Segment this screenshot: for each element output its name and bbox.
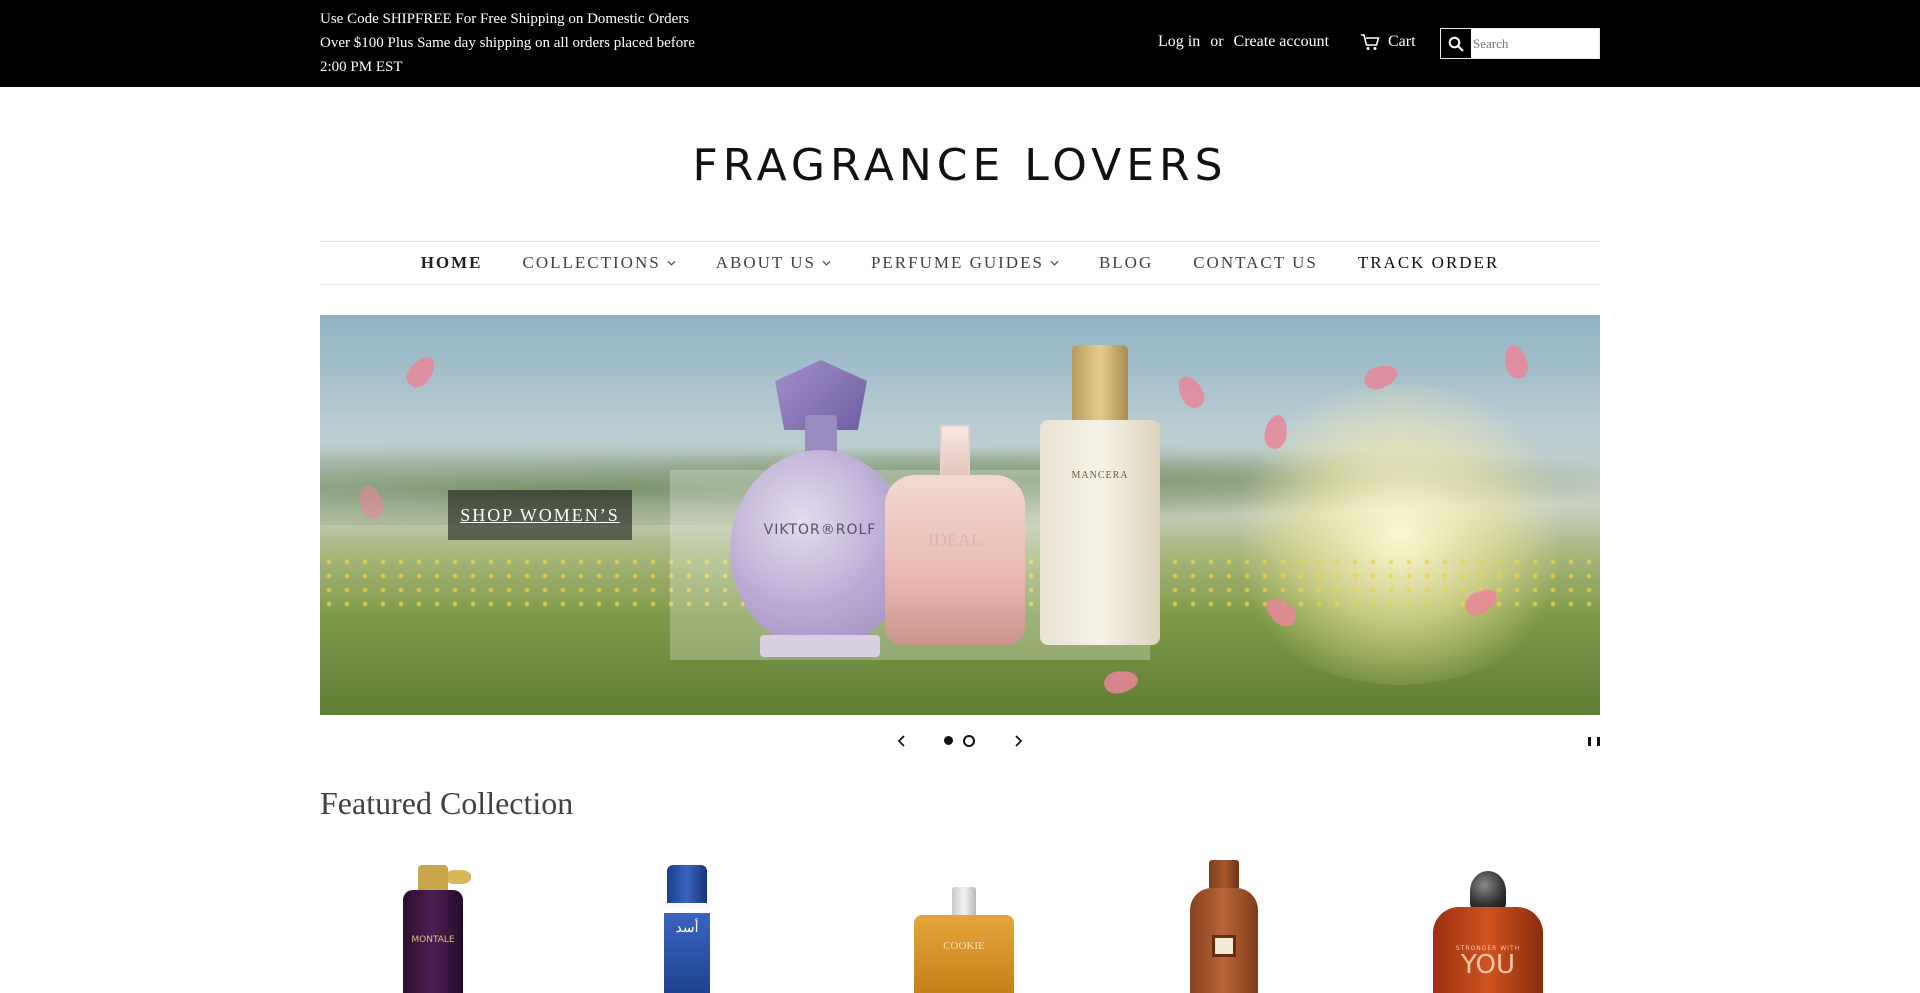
product-image-label: YOU	[1461, 950, 1515, 980]
chevron-down-icon	[822, 260, 831, 266]
slide-next-button[interactable]	[1008, 731, 1028, 751]
nav-item-collections[interactable]: COLLECTIONS	[523, 253, 676, 273]
pause-icon	[1588, 737, 1591, 746]
bottle-label: MANCERA	[1071, 470, 1129, 481]
search-input[interactable]	[1471, 30, 1595, 57]
nav-item-blog[interactable]: BLOG	[1099, 253, 1153, 273]
cart-icon	[1361, 34, 1380, 50]
shop-womens-button[interactable]: SHOP WOMEN’S	[460, 505, 620, 526]
create-account-link[interactable]: Create account	[1234, 33, 1330, 51]
petal	[1500, 342, 1532, 382]
petal	[401, 351, 441, 393]
product-image	[1470, 871, 1506, 911]
product-card[interactable]: COOKIE	[864, 855, 1064, 993]
nav-label: ABOUT US	[715, 253, 816, 272]
search-box	[1440, 28, 1600, 59]
chevron-left-icon	[897, 735, 905, 747]
product-card[interactable]: STRONGER WITH YOU	[1388, 855, 1588, 993]
top-bar: Use Code SHIPFREE For Free Shipping on D…	[0, 0, 1920, 87]
perfume-bottle-neck	[940, 425, 970, 480]
login-link[interactable]: Log in	[1158, 33, 1200, 51]
product-card[interactable]: أسد	[602, 855, 802, 993]
nav-item-track-order[interactable]: TRACK ORDER	[1358, 253, 1499, 273]
announcement-line-3: 2:00 PM EST	[320, 59, 403, 75]
site-logo[interactable]: FRAGRANCE LOVERS	[0, 140, 1920, 191]
slide-dot-2[interactable]	[963, 735, 975, 747]
cart-label: Cart	[1388, 33, 1416, 50]
product-image	[667, 865, 707, 905]
featured-collection-title: Featured Collection	[320, 785, 574, 821]
account-links: Log in or Create account	[1158, 31, 1329, 53]
announcement-line-1: Use Code SHIPFREE For Free Shipping on D…	[320, 11, 690, 27]
search-icon	[1448, 36, 1464, 52]
perfume-bottle	[885, 475, 1025, 645]
nav-label: COLLECTIONS	[522, 253, 661, 272]
product-image-label: MONTALE	[411, 935, 455, 945]
product-card[interactable]	[1124, 855, 1324, 993]
slideshow-controls	[0, 727, 1920, 755]
product-image	[445, 870, 471, 884]
product-image	[418, 865, 448, 893]
nav-label: PERFUME GUIDES	[870, 253, 1044, 272]
perfume-bottle-neck	[805, 415, 837, 455]
perfume-bottle	[730, 450, 910, 650]
main-nav: HOME COLLECTIONS ABOUT US PERFUME GUIDES…	[320, 241, 1600, 285]
bottle-label: VIKTOR®ROLF	[763, 522, 877, 538]
petal	[1172, 371, 1210, 413]
nav-label: TRACK ORDER	[1357, 253, 1500, 272]
bottle-label: IDEAL	[928, 530, 982, 550]
perfume-bottle	[1040, 420, 1160, 645]
product-image	[952, 887, 976, 917]
search-button[interactable]	[1441, 29, 1471, 58]
nav-item-about-us[interactable]: ABOUT US	[716, 253, 831, 273]
cart-link[interactable]: Cart	[1360, 31, 1416, 53]
petal	[1102, 668, 1140, 696]
pause-icon	[1597, 737, 1600, 746]
product-card[interactable]: MONTALE	[333, 855, 533, 993]
product-image-label: COOKIE	[943, 940, 985, 952]
announcement-text: Use Code SHIPFREE For Free Shipping on D…	[320, 7, 750, 79]
nav-item-contact-us[interactable]: CONTACT US	[1193, 253, 1318, 273]
nav-label: CONTACT US	[1193, 253, 1318, 272]
hero-slideshow: VIKTOR®ROLF IDEAL MANCERA SHOP WOMEN’S	[320, 315, 1600, 715]
product-image	[664, 903, 710, 993]
nav-label: BLOG	[1098, 253, 1154, 272]
slide-prev-button[interactable]	[892, 731, 912, 751]
chevron-down-icon	[1050, 260, 1059, 266]
product-image	[914, 915, 1014, 993]
product-image	[1209, 860, 1239, 890]
shop-womens-button-container: SHOP WOMEN’S	[448, 490, 632, 540]
perfume-bottle-base	[760, 635, 880, 657]
chevron-down-icon	[667, 260, 676, 266]
nav-label: HOME	[420, 253, 483, 272]
announcement-line-2: Over $100 Plus Same day shipping on all …	[320, 35, 695, 51]
nav-item-perfume-guides[interactable]: PERFUME GUIDES	[871, 253, 1059, 273]
product-image-label: أسد	[675, 921, 699, 936]
or-separator: or	[1210, 33, 1224, 50]
perfume-bottle-cap	[1072, 345, 1128, 425]
product-image-label	[1212, 935, 1236, 957]
chevron-right-icon	[1015, 735, 1023, 747]
slide-dot-1[interactable]	[944, 736, 953, 745]
slideshow-pause-button[interactable]	[1588, 735, 1600, 747]
nav-item-home[interactable]: HOME	[421, 253, 483, 273]
